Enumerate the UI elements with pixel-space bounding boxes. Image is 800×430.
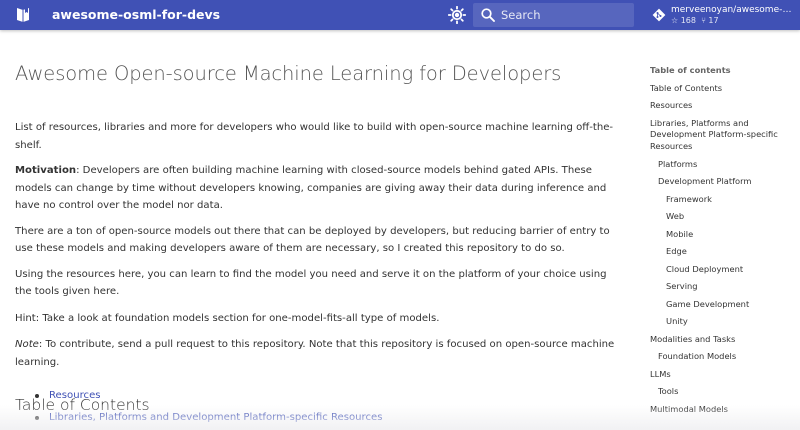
sidebar-item-modalities-and-tasks[interactable]: Modalities and Tasks — [650, 331, 800, 349]
book-icon[interactable] — [16, 7, 30, 23]
note-paragraph: Note: To contribute, send a pull request… — [15, 336, 615, 371]
search-box[interactable] — [473, 3, 634, 27]
motivation-paragraph: Motivation: Developers are often buildin… — [15, 162, 615, 215]
note-text: : To contribute, send a pull request to … — [15, 339, 615, 368]
toc-link-libraries[interactable]: Libraries, Platforms and Development Pla… — [49, 412, 383, 423]
list-item: Libraries, Platforms and Development Pla… — [35, 407, 383, 429]
sidebar-item-multimodal-models[interactable]: Multimodal Models — [650, 401, 800, 419]
sidebar-item-resources[interactable]: Resources — [650, 97, 800, 115]
repo-stats: ☆ 168 ⑂ 17 — [671, 16, 719, 26]
paragraph-open-source-models: There are a ton of open-source models ou… — [15, 225, 610, 255]
git-icon — [652, 8, 666, 22]
toc-list: Resources Libraries, Platforms and Devel… — [35, 385, 383, 429]
repo-stars: ☆ 168 — [671, 16, 696, 25]
note-label: Note — [15, 339, 39, 350]
sidebar-item-edge[interactable]: Edge — [650, 243, 800, 261]
sidebar-item-tools[interactable]: Tools — [650, 383, 800, 401]
site-title[interactable]: awesome-osml-for-devs — [52, 0, 220, 30]
sidebar-item-mobile[interactable]: Mobile — [650, 226, 800, 244]
sidebar-item-game-development[interactable]: Game Development — [650, 296, 800, 314]
search-icon — [481, 8, 495, 22]
sidebar-item-llms[interactable]: LLMs — [650, 366, 800, 384]
page-title: Awesome Open-source Machine Learning for… — [15, 62, 562, 85]
main-content: Awesome Open-source Machine Learning for… — [15, 62, 615, 423]
sidebar-item-cloud-deployment[interactable]: Cloud Deployment — [650, 261, 800, 279]
repo-link[interactable]: merveenoyan/awesome-os… ☆ 168 ⑂ 17 — [652, 3, 797, 29]
sidebar-item-serving[interactable]: Serving — [650, 278, 800, 296]
sidebar-title: Table of contents — [650, 65, 731, 75]
motivation-label: Motivation — [15, 165, 77, 176]
search-input[interactable] — [501, 3, 629, 27]
brightness-icon[interactable] — [448, 6, 466, 24]
sidebar-item-table-of-contents[interactable]: Table of Contents — [650, 80, 800, 98]
repo-name: merveenoyan/awesome-os… — [671, 5, 797, 15]
hint-paragraph: Hint: Take a look at foundation models s… — [15, 312, 440, 324]
top-header: awesome-osml-for-devs mervee — [0, 0, 800, 30]
sidebar-item-libraries[interactable]: Libraries, Platforms and Development Pla… — [650, 115, 800, 156]
intro-paragraph: List of resources, libraries and more fo… — [15, 122, 614, 151]
sidebar-item-platforms[interactable]: Platforms — [650, 156, 800, 174]
sidebar-item-framework[interactable]: Framework — [650, 191, 800, 209]
table-of-contents-sidebar: Table of contents Table of Contents Reso… — [650, 62, 800, 418]
paragraph-using-resources: Using the resources here, you can learn … — [15, 268, 607, 298]
sidebar-item-unity[interactable]: Unity — [650, 313, 800, 331]
list-item: Resources — [35, 385, 383, 407]
repo-forks: ⑂ 17 — [701, 16, 719, 25]
motivation-text: : Developers are often building machine … — [15, 165, 607, 211]
toc-link-resources[interactable]: Resources — [49, 390, 101, 401]
sidebar-item-foundation-models[interactable]: Foundation Models — [650, 348, 800, 366]
sidebar-item-development-platform[interactable]: Development Platform — [650, 173, 800, 191]
sidebar-item-web[interactable]: Web — [650, 208, 800, 226]
